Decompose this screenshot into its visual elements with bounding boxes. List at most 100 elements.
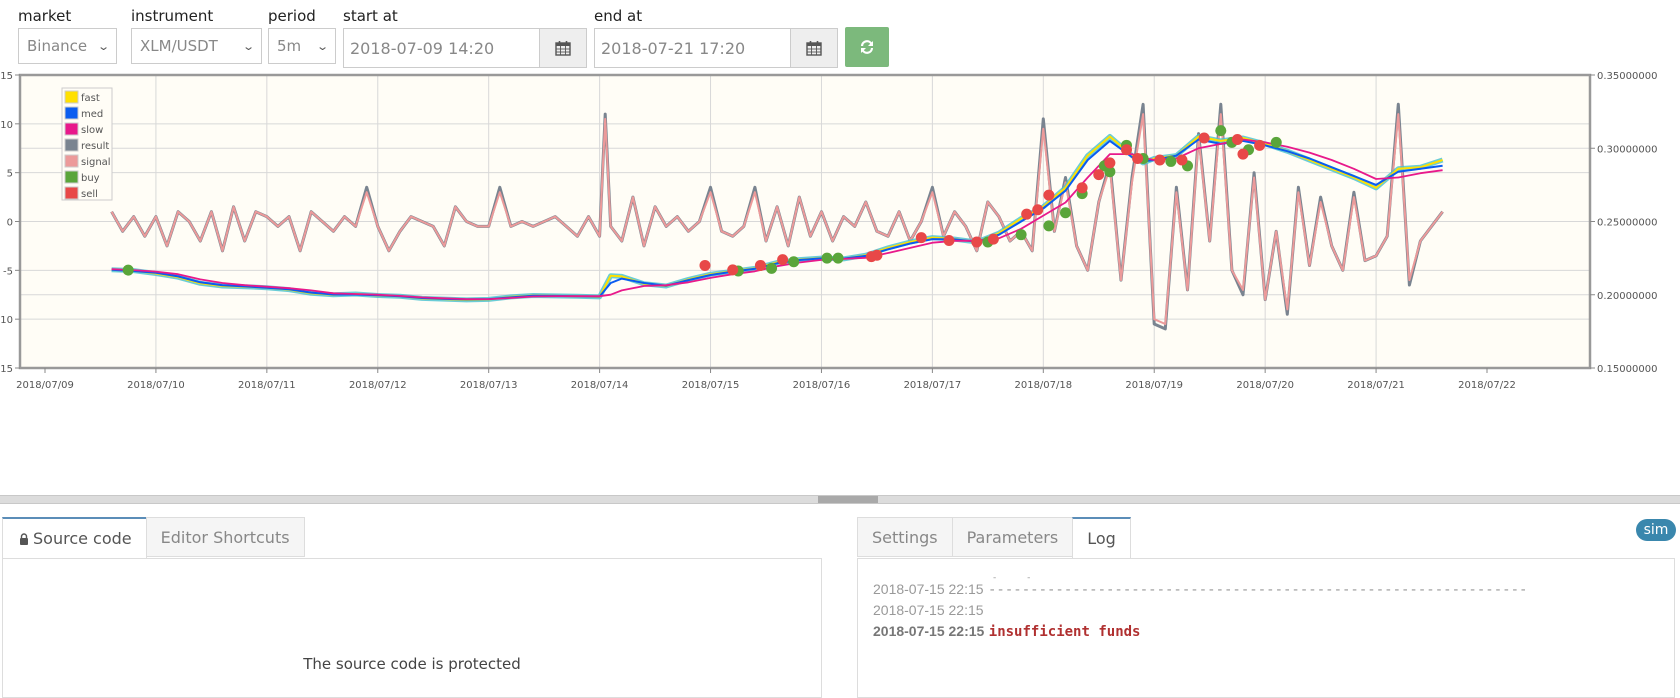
sell-marker (1132, 153, 1144, 165)
sim-badge: sim (1636, 519, 1676, 541)
legend-swatch-result (64, 138, 79, 152)
instrument-select[interactable]: XLM/USDT ⌄ (131, 28, 262, 64)
tab-source-code[interactable]: Source code (2, 517, 147, 559)
sell-marker (1043, 189, 1055, 201)
period-select[interactable]: 5m ⌄ (268, 28, 336, 64)
y-left-tick-label: 15 (0, 71, 13, 82)
start-at-group: 2018-07-09 14:20 (343, 28, 587, 68)
sell-marker (1121, 144, 1132, 156)
left-tabs: Source code Editor Shortcuts (2, 517, 305, 559)
sell-marker (1093, 169, 1105, 181)
period-label: period (268, 7, 316, 25)
market-field: market Binance ⌄ (18, 6, 117, 64)
tab-editor-shortcuts-label: Editor Shortcuts (160, 527, 290, 547)
chevron-down-icon: ⌄ (315, 39, 329, 53)
sell-marker (987, 233, 999, 245)
tab-parameters[interactable]: Parameters (951, 517, 1074, 557)
start-at-label: start at (343, 7, 398, 25)
legend-swatch-slow (64, 122, 79, 136)
sell-marker (1198, 132, 1210, 144)
buy-marker (1043, 220, 1055, 232)
refresh-icon (860, 40, 874, 54)
tab-settings-label: Settings (872, 527, 938, 547)
legend-swatch-med (64, 106, 79, 120)
log-line-error: 2018-07-15 22:15 insufficient funds (873, 621, 1527, 642)
tab-log[interactable]: Log (1072, 517, 1131, 559)
buy-marker (122, 264, 134, 276)
sell-marker (1254, 139, 1266, 151)
instrument-field: instrument XLM/USDT ⌄ (131, 6, 262, 64)
source-code-panel: The source code is protected (2, 558, 822, 698)
legend-label-signal: signal (81, 157, 111, 168)
lock-icon (20, 532, 28, 545)
buy-marker (821, 252, 833, 264)
end-at-field: end at 2018-07-21 17:20 (594, 6, 838, 68)
start-calendar-button[interactable] (539, 28, 587, 68)
legend-label-med: med (81, 109, 103, 120)
x-tick-label: 2018/07/22 (1458, 380, 1516, 391)
panel-splitter[interactable] (0, 495, 1680, 504)
legend-label-sell: sell (81, 189, 98, 200)
market-select[interactable]: Binance ⌄ (18, 28, 117, 64)
legend-label-buy: buy (81, 173, 100, 184)
sell-marker (1231, 133, 1243, 145)
log-message: ----------------------------------------… (988, 582, 1528, 598)
start-at-field: start at 2018-07-09 14:20 (343, 6, 587, 68)
sell-marker (1021, 208, 1033, 220)
x-tick-label: 2018/07/09 (16, 380, 74, 391)
y-left-tick-label: -15 (0, 364, 13, 375)
buy-marker (766, 262, 778, 274)
tab-log-label: Log (1087, 529, 1116, 548)
legend-label-slow: slow (81, 125, 103, 136)
chevron-down-icon: ⌄ (241, 39, 255, 53)
refresh-button[interactable] (845, 27, 889, 67)
sell-marker (1237, 148, 1249, 160)
y-right-tick-label: 0.30000000 (1597, 144, 1657, 155)
sell-marker (1104, 157, 1116, 169)
end-calendar-button[interactable] (790, 28, 838, 68)
buy-marker (1165, 155, 1177, 167)
protected-message: The source code is protected (303, 655, 521, 673)
end-at-group: 2018-07-21 17:20 (594, 28, 838, 68)
period-field: period 5m ⌄ (268, 6, 336, 64)
start-at-input[interactable]: 2018-07-09 14:20 (343, 28, 539, 68)
buy-marker (832, 252, 844, 264)
log-clipped-line: - - (993, 573, 1045, 583)
legend-swatch-fast (64, 90, 79, 104)
x-tick-label: 2018/07/11 (238, 380, 296, 391)
legend: fast med slow result signal buy sell (61, 87, 113, 201)
x-tick-label: 2018/07/20 (1236, 380, 1294, 391)
buy-marker (1059, 207, 1071, 219)
sell-marker (1032, 204, 1044, 216)
legend-label-result: result (81, 141, 109, 152)
market-value: Binance (27, 37, 88, 55)
splitter-handle[interactable] (818, 496, 878, 503)
calendar-icon (555, 41, 571, 56)
price-indicator-chart[interactable]: 15 10 5 0 -5 -10 -15 0.35000000 0.30000000 0.2500… (0, 70, 1680, 430)
y-right-tick-label: 0.20000000 (1597, 291, 1657, 302)
sell-marker (727, 264, 739, 276)
sell-marker (1076, 182, 1088, 194)
y-left-tick-label: -10 (0, 315, 13, 326)
y-left-tick-label: 5 (7, 169, 13, 180)
sell-marker (1176, 154, 1188, 166)
end-at-label: end at (594, 7, 643, 25)
log-line: 2018-07-15 22:15 (873, 600, 1527, 621)
end-at-input[interactable]: 2018-07-21 17:20 (594, 28, 790, 68)
instrument-label: instrument (131, 7, 214, 25)
tab-editor-shortcuts[interactable]: Editor Shortcuts (145, 517, 305, 557)
log-line: 2018-07-15 22:15 -----------------------… (873, 579, 1527, 600)
y-right-tick-label: 0.35000000 (1597, 71, 1657, 82)
y-right-tick-label: 0.25000000 (1597, 218, 1657, 229)
x-tick-label: 2018/07/17 (904, 380, 962, 391)
tab-settings[interactable]: Settings (857, 517, 953, 557)
chevron-down-icon: ⌄ (96, 39, 110, 53)
x-tick-label: 2018/07/15 (682, 380, 740, 391)
y-left-tick-label: -5 (3, 266, 13, 277)
legend-swatch-sell (64, 186, 79, 200)
market-label: market (18, 7, 72, 25)
y-left-tick-label: 10 (0, 120, 13, 131)
sell-marker (971, 236, 983, 248)
x-tick-label: 2018/07/16 (793, 380, 851, 391)
sell-marker (699, 259, 711, 271)
